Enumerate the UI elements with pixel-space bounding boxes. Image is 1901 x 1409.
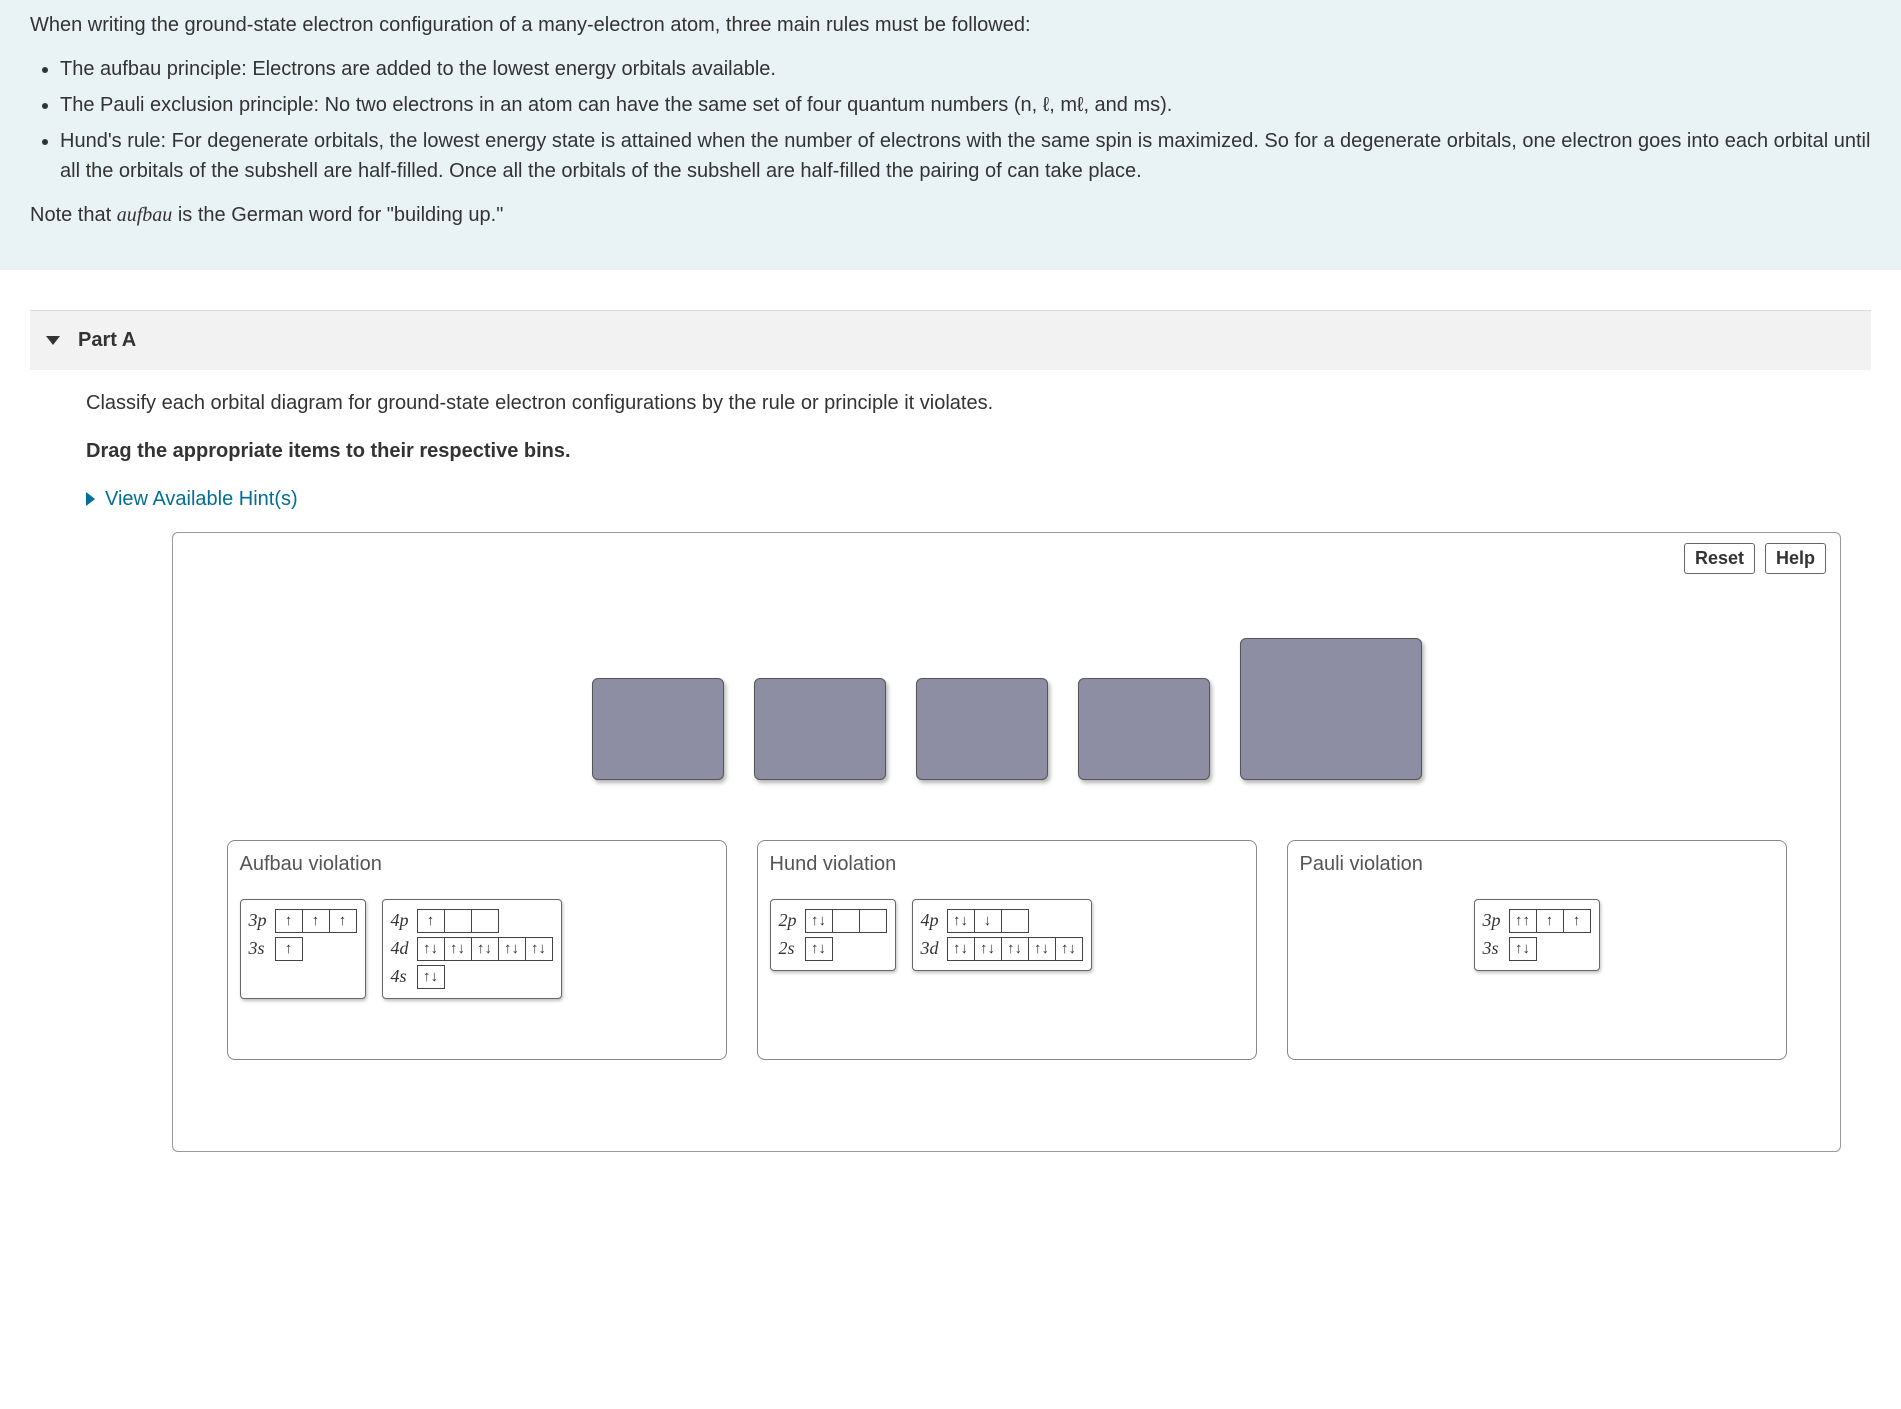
- orb-box: ↑↓: [1055, 937, 1083, 961]
- orb-box: ↑: [1536, 909, 1564, 933]
- orb-box: ↑↓: [417, 965, 445, 989]
- bin-hund[interactable]: Hund violation 2p ↑↓ 2s ↑↓: [757, 840, 1257, 1060]
- bin-pauli-label: Pauli violation: [1300, 849, 1774, 879]
- question-text: Classify each orbital diagram for ground…: [86, 388, 1871, 418]
- orb-label: 3s: [1483, 938, 1509, 960]
- orb-label: 2p: [779, 910, 805, 932]
- divider: [30, 270, 1871, 311]
- orb-label: 4s: [391, 966, 417, 988]
- orb-box: ↑↓: [1001, 937, 1029, 961]
- orb-label: 4p: [391, 910, 417, 932]
- reset-button[interactable]: Reset: [1684, 543, 1755, 574]
- workspace-buttons: Reset Help: [1684, 543, 1826, 574]
- intro-list: The aufbau principle: Electrons are adde…: [60, 54, 1871, 186]
- orb-box: ↑↑: [1509, 909, 1537, 933]
- intro-note: Note that aufbau is the German word for …: [30, 200, 1871, 230]
- orb-box: ↑↓: [471, 937, 499, 961]
- orb-box: ↑↓: [947, 937, 975, 961]
- drag-workspace: Reset Help Aufbau violation 3p ↑ ↑: [172, 532, 1841, 1152]
- orb-label: 3p: [1483, 910, 1509, 932]
- orb-box: ↑↓: [525, 937, 553, 961]
- drag-item-2[interactable]: [754, 678, 886, 780]
- orb-label: 4p: [921, 910, 947, 932]
- card-aufbau-2[interactable]: 4p ↑ 4d ↑↓ ↑↓ ↑↓: [382, 899, 562, 999]
- bin-hund-items: 2p ↑↓ 2s ↑↓: [770, 899, 1244, 971]
- bin-aufbau[interactable]: Aufbau violation 3p ↑ ↑ ↑ 3s ↑: [227, 840, 727, 1060]
- orb-label: 3d: [921, 938, 947, 960]
- hints-label: View Available Hint(s): [105, 484, 298, 514]
- orb-label: 3p: [249, 910, 275, 932]
- orb-box: ↑↓: [1509, 937, 1537, 961]
- card-pauli-1[interactable]: 3p ↑↑ ↑ ↑ 3s ↑↓: [1474, 899, 1600, 971]
- bin-aufbau-items: 3p ↑ ↑ ↑ 3s ↑: [240, 899, 714, 999]
- caret-down-icon: [46, 336, 60, 345]
- orb-label: 3s: [249, 938, 275, 960]
- bins-row: Aufbau violation 3p ↑ ↑ ↑ 3s ↑: [187, 840, 1826, 1060]
- drag-item-3[interactable]: [916, 678, 1048, 780]
- orb-box: ↑↓: [947, 909, 975, 933]
- caret-right-icon: [86, 492, 95, 506]
- orb-box: ↓: [974, 909, 1002, 933]
- part-a-header[interactable]: Part A: [30, 311, 1871, 370]
- drag-item-5[interactable]: [1240, 638, 1422, 780]
- intro-bullet-pauli: The Pauli exclusion principle: No two el…: [60, 90, 1871, 120]
- drag-item-4[interactable]: [1078, 678, 1210, 780]
- orb-box: ↑↓: [417, 937, 445, 961]
- part-a-title: Part A: [78, 329, 136, 352]
- bin-hund-label: Hund violation: [770, 849, 1244, 879]
- orb-box: ↑: [275, 909, 303, 933]
- orb-label: 2s: [779, 938, 805, 960]
- bin-pauli[interactable]: Pauli violation 3p ↑↑ ↑ ↑ 3s ↑↓: [1287, 840, 1787, 1060]
- orb-box: ↑: [417, 909, 445, 933]
- orb-box: [444, 909, 472, 933]
- orb-box: ↑↓: [805, 937, 833, 961]
- orb-box: [471, 909, 499, 933]
- intro-bullet-aufbau: The aufbau principle: Electrons are adde…: [60, 54, 1871, 84]
- bin-pauli-items: 3p ↑↑ ↑ ↑ 3s ↑↓: [1300, 899, 1774, 971]
- orb-box: ↑↓: [498, 937, 526, 961]
- note-prefix: Note that: [30, 204, 117, 226]
- intro-panel: When writing the ground-state electron c…: [0, 0, 1901, 270]
- drag-instruction: Drag the appropriate items to their resp…: [86, 436, 1871, 466]
- orb-box: ↑↓: [974, 937, 1002, 961]
- help-button[interactable]: Help: [1765, 543, 1826, 574]
- orb-box: ↑↓: [444, 937, 472, 961]
- draggable-source-row: [187, 638, 1826, 780]
- orb-box: ↑: [1563, 909, 1591, 933]
- orb-box: ↑: [275, 937, 303, 961]
- orb-label: 4d: [391, 938, 417, 960]
- intro-bullet-hund: Hund's rule: For degenerate orbitals, th…: [60, 126, 1871, 186]
- intro-lead: When writing the ground-state electron c…: [30, 10, 1871, 40]
- orb-box: ↑↓: [805, 909, 833, 933]
- card-aufbau-1[interactable]: 3p ↑ ↑ ↑ 3s ↑: [240, 899, 366, 999]
- view-hints-toggle[interactable]: View Available Hint(s): [86, 484, 1871, 514]
- card-hund-2[interactable]: 4p ↑↓ ↓ 3d ↑↓ ↑↓ ↑↓: [912, 899, 1092, 971]
- card-hund-1[interactable]: 2p ↑↓ 2s ↑↓: [770, 899, 896, 971]
- orb-box: [1001, 909, 1029, 933]
- bin-aufbau-label: Aufbau violation: [240, 849, 714, 879]
- note-suffix: is the German word for "building up.": [172, 204, 503, 226]
- orb-box: [832, 909, 860, 933]
- orb-box: ↑↓: [1028, 937, 1056, 961]
- orb-box: ↑: [302, 909, 330, 933]
- drag-item-1[interactable]: [592, 678, 724, 780]
- orb-box: ↑: [329, 909, 357, 933]
- question-area: Classify each orbital diagram for ground…: [86, 388, 1871, 1152]
- orb-box: [859, 909, 887, 933]
- note-word: aufbau: [117, 204, 173, 226]
